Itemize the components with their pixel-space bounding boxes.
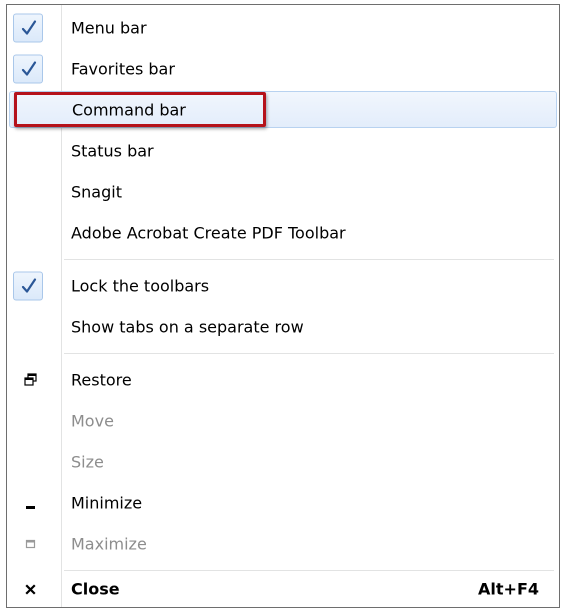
check-mark-icon bbox=[13, 271, 43, 300]
menu-item-label: Move bbox=[71, 411, 114, 430]
menu-item-label: Restore bbox=[71, 370, 132, 389]
menu-separator bbox=[64, 259, 554, 261]
menu-item-label: Snagit bbox=[71, 182, 122, 201]
menu-item-label: Maximize bbox=[71, 534, 147, 553]
menu-item-label: Menu bar bbox=[71, 18, 147, 37]
close-icon bbox=[25, 583, 36, 595]
check-mark-icon bbox=[13, 54, 43, 83]
menu-item-label: Command bar bbox=[72, 100, 186, 119]
menu-item-snagit[interactable]: Snagit bbox=[9, 173, 557, 210]
menu-item-menu-bar[interactable]: Menu bar bbox=[9, 9, 557, 46]
menu-item-label: Size bbox=[71, 452, 104, 471]
menu-item-minimize[interactable]: Minimize bbox=[9, 484, 557, 521]
menu-item-show-tabs-separate-row[interactable]: Show tabs on a separate row bbox=[9, 308, 557, 345]
context-menu: Menu bar Favorites bar Command bar Statu… bbox=[6, 4, 560, 608]
keyboard-shortcut: Alt+F4 bbox=[478, 579, 539, 598]
check-mark-icon bbox=[13, 13, 43, 42]
menu-item-adobe-acrobat-toolbar[interactable]: Adobe Acrobat Create PDF Toolbar bbox=[9, 214, 557, 251]
menu-item-label: Favorites bar bbox=[71, 59, 175, 78]
menu-item-label: Adobe Acrobat Create PDF Toolbar bbox=[71, 223, 346, 242]
menu-item-lock-toolbars[interactable]: Lock the toolbars bbox=[9, 267, 557, 304]
menu-item-move[interactable]: Move bbox=[9, 402, 557, 439]
menu-item-label: Lock the toolbars bbox=[71, 276, 210, 295]
menu-item-maximize[interactable]: Maximize bbox=[9, 525, 557, 562]
menu-item-command-bar[interactable]: Command bar bbox=[9, 91, 557, 128]
menu-item-label: Show tabs on a separate row bbox=[71, 317, 304, 336]
menu-item-size[interactable]: Size bbox=[9, 443, 557, 480]
menu-item-close[interactable]: Close Alt+F4 bbox=[9, 570, 557, 607]
menu-item-favorites-bar[interactable]: Favorites bar bbox=[9, 50, 557, 87]
menu-separator bbox=[64, 353, 554, 355]
menu-item-restore[interactable]: Restore bbox=[9, 361, 557, 398]
maximize-icon bbox=[25, 539, 36, 548]
menu-item-label: Status bar bbox=[71, 141, 154, 160]
menu-item-label: Close bbox=[71, 579, 120, 598]
minimize-icon bbox=[26, 505, 35, 509]
menu-item-status-bar[interactable]: Status bar bbox=[9, 132, 557, 169]
restore-icon bbox=[24, 372, 37, 386]
menu-item-label: Minimize bbox=[71, 493, 143, 512]
